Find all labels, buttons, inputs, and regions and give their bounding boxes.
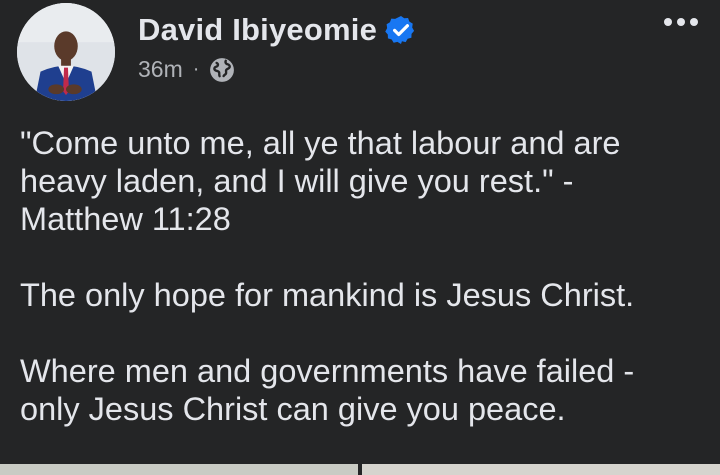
author-row: David Ibiyeomie [138,12,417,48]
avatar[interactable] [17,3,115,101]
author-name[interactable]: David Ibiyeomie [138,12,377,48]
post-paragraph: "Come unto me, all ye that labour and ar… [20,125,621,237]
post-text: "Come unto me, all ye that labour and ar… [20,124,700,428]
more-options-button[interactable] [664,18,698,26]
post-card: David Ibiyeomie 36m · "Come unto me, all… [0,0,720,475]
post-media-preview[interactable] [0,464,720,475]
verified-badge-icon [385,14,417,46]
more-options-icon [664,18,672,26]
meta-separator: · [192,58,200,80]
post-meta: 36m · [138,56,235,83]
post-paragraph: The only hope for mankind is Jesus Chris… [20,277,635,313]
post-timestamp[interactable]: 36m [138,56,183,83]
more-options-icon [677,18,685,26]
avatar-photo [17,3,115,101]
more-options-icon [690,18,698,26]
media-image[interactable] [0,464,358,475]
media-image[interactable] [362,464,720,475]
post-paragraph: Where men and governments have failed - … [20,353,635,427]
globe-icon[interactable] [209,57,235,83]
